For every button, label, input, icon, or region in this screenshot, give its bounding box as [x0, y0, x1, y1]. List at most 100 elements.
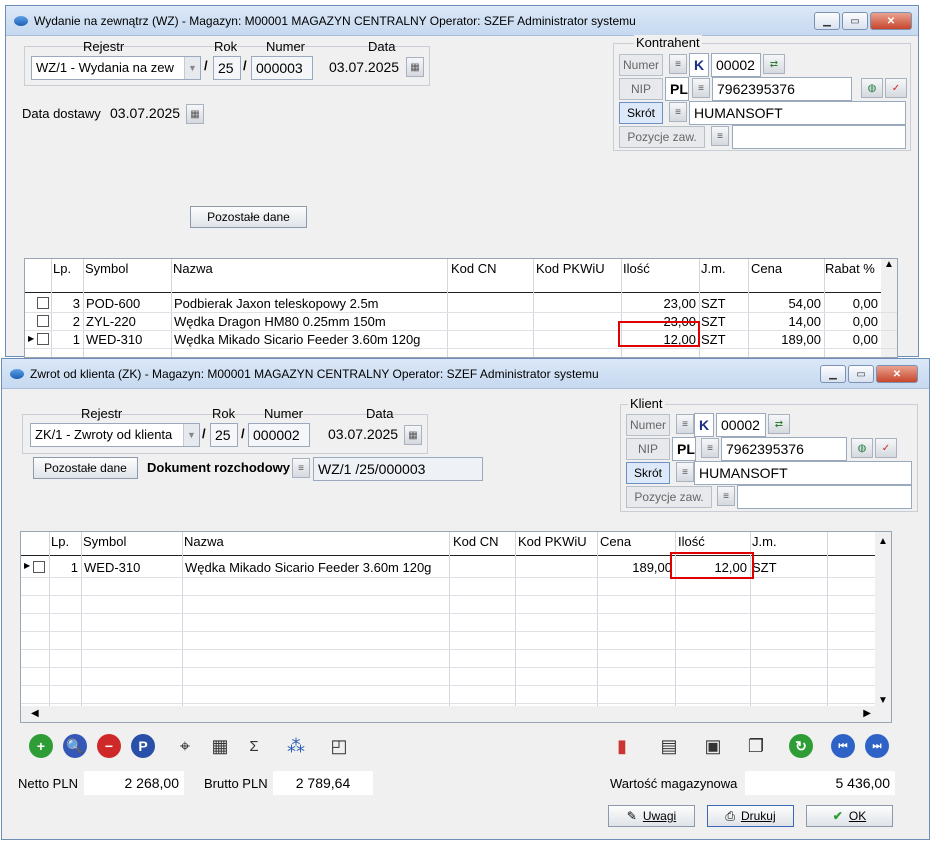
- column-header[interactable]: Cena: [600, 534, 631, 549]
- data-value[interactable]: 03.07.2025: [328, 426, 398, 442]
- rok-field[interactable]: 25: [213, 56, 241, 80]
- maximize-button[interactable]: ▭: [842, 12, 868, 30]
- column-header[interactable]: Lp.: [53, 261, 71, 276]
- last-record-icon[interactable]: ⏭: [865, 734, 889, 758]
- numer-field[interactable]: 000003: [251, 56, 313, 80]
- row-checkbox[interactable]: [33, 561, 45, 573]
- column-header[interactable]: J.m.: [701, 261, 726, 276]
- nip-button[interactable]: NIP: [626, 438, 670, 460]
- rok-field[interactable]: 25: [210, 423, 238, 447]
- scroll-right-icon[interactable]: ▶: [863, 708, 871, 719]
- data-value[interactable]: 03.07.2025: [329, 59, 399, 75]
- list-icon[interactable]: ≡: [692, 78, 710, 98]
- p-icon[interactable]: P: [131, 734, 155, 758]
- calendar-icon[interactable]: ▦: [186, 104, 204, 124]
- check-icon[interactable]: ✓: [885, 78, 907, 98]
- check-icon[interactable]: ✓: [875, 438, 897, 458]
- chevron-down-icon[interactable]: ▼: [183, 424, 199, 446]
- dokument-rozchodowy-field[interactable]: WZ/1 /25/000003: [313, 457, 483, 481]
- numer-button[interactable]: Numer: [619, 54, 663, 76]
- column-header[interactable]: Symbol: [85, 261, 128, 276]
- column-header[interactable]: Cena: [751, 261, 782, 276]
- column-header[interactable]: Nazwa: [173, 261, 213, 276]
- nip-button[interactable]: NIP: [619, 78, 663, 100]
- network-icon[interactable]: ⁂: [284, 734, 308, 758]
- row-checkbox[interactable]: [37, 297, 49, 309]
- calendar-icon[interactable]: ▦: [406, 57, 424, 77]
- document-icon[interactable]: ▤: [657, 734, 681, 758]
- chart-window-icon[interactable]: ◰: [327, 734, 351, 758]
- handshake-icon[interactable]: ⇄: [768, 414, 790, 434]
- maximize-button[interactable]: ▭: [848, 365, 874, 383]
- column-header[interactable]: Kod CN: [453, 534, 499, 549]
- wz-items-table[interactable]: Lp. Symbol Nazwa Kod CN Kod PKWiU Ilość …: [24, 258, 898, 358]
- row-checkbox[interactable]: [37, 315, 49, 327]
- column-header[interactable]: Ilość: [678, 534, 705, 549]
- table-row[interactable]: ▶ 1 WED-310 Wędka Mikado Sicario Feeder …: [21, 558, 891, 578]
- drukuj-button[interactable]: ⎙ Drukuj: [707, 805, 794, 827]
- row-checkbox[interactable]: [37, 333, 49, 345]
- column-header[interactable]: Symbol: [83, 534, 126, 549]
- column-header[interactable]: Nazwa: [184, 534, 224, 549]
- sum-icon[interactable]: Σ: [242, 734, 266, 758]
- list-icon[interactable]: ≡: [669, 102, 687, 122]
- pozostale-dane-button[interactable]: Pozostałe dane: [33, 457, 138, 479]
- skrot-field[interactable]: HUMANSOFT: [694, 461, 912, 485]
- table-row[interactable]: 3 POD-600 Podbierak Jaxon teleskopowy 2.…: [25, 295, 897, 313]
- column-header[interactable]: Kod PKWiU: [536, 261, 605, 276]
- pozycje-zaw-field[interactable]: [732, 125, 906, 149]
- list-icon[interactable]: ≡: [717, 486, 735, 506]
- list-icon[interactable]: ≡: [676, 462, 694, 482]
- kontrahent-numer-field[interactable]: 00002: [711, 53, 761, 77]
- numer-button[interactable]: Numer: [626, 414, 670, 436]
- ok-button[interactable]: ✔ OK: [806, 805, 893, 827]
- scroll-down-icon[interactable]: ▼: [875, 695, 891, 706]
- column-header[interactable]: Kod PKWiU: [518, 534, 587, 549]
- horizontal-scrollbar[interactable]: ◀ ▶: [21, 706, 891, 722]
- bar-chart-icon[interactable]: ▮: [610, 734, 634, 758]
- delete-icon[interactable]: −: [97, 734, 121, 758]
- klient-numer-field[interactable]: 00002: [716, 413, 766, 437]
- numer-field[interactable]: 000002: [248, 423, 310, 447]
- list-icon[interactable]: ≡: [711, 126, 729, 146]
- vertical-scrollbar[interactable]: ▲ ▼: [875, 532, 891, 708]
- skrot-field[interactable]: HUMANSOFT: [689, 101, 906, 125]
- table-row[interactable]: ▶ 1 WED-310 Wędka Mikado Sicario Feeder …: [25, 331, 897, 349]
- rejestr-select[interactable]: ZK/1 - Zwroty od klienta ▼: [30, 423, 200, 447]
- column-header[interactable]: Lp.: [51, 534, 69, 549]
- chevron-down-icon[interactable]: ▼: [184, 57, 200, 79]
- skrot-button[interactable]: Skrót: [619, 102, 663, 124]
- refresh-icon[interactable]: ↻: [789, 734, 813, 758]
- pozostale-dane-button[interactable]: Pozostałe dane: [190, 206, 307, 228]
- add-icon[interactable]: +: [29, 734, 53, 758]
- rejestr-select[interactable]: WZ/1 - Wydania na zew ▼: [31, 56, 201, 80]
- search-icon[interactable]: 🔍: [63, 734, 87, 758]
- list-icon[interactable]: ≡: [669, 54, 687, 74]
- uwagi-button[interactable]: ✎ Uwagi: [608, 805, 695, 827]
- minimize-button[interactable]: ▁: [814, 12, 840, 30]
- close-button[interactable]: ✕: [876, 365, 918, 383]
- minimize-button[interactable]: ▁: [820, 365, 846, 383]
- first-record-icon[interactable]: ⏮: [831, 734, 855, 758]
- close-button[interactable]: ✕: [870, 12, 912, 30]
- pozycje-zaw-button[interactable]: Pozycje zaw.: [619, 126, 705, 148]
- globe-icon[interactable]: ◍: [851, 438, 873, 458]
- list-icon[interactable]: ≡: [701, 438, 719, 458]
- nip-field[interactable]: 7962395376: [721, 437, 847, 461]
- table-icon[interactable]: ▦: [208, 734, 232, 758]
- skrot-button[interactable]: Skrót: [626, 462, 670, 484]
- list-icon[interactable]: ≡: [676, 414, 694, 434]
- zk-items-table[interactable]: Lp. Symbol Nazwa Kod CN Kod PKWiU Cena I…: [20, 531, 892, 723]
- table-row[interactable]: 2 ZYL-220 Wędka Dragon HM80 0.25mm 150m …: [25, 313, 897, 331]
- save-icon[interactable]: ▣: [701, 734, 725, 758]
- pozycje-zaw-button[interactable]: Pozycje zaw.: [626, 486, 712, 508]
- column-header[interactable]: Ilość: [623, 261, 650, 276]
- scroll-up-icon[interactable]: ▲: [875, 536, 891, 547]
- list-icon[interactable]: ≡: [292, 458, 310, 478]
- data-dostawy-value[interactable]: 03.07.2025: [110, 105, 180, 121]
- nip-field[interactable]: 7962395376: [712, 77, 852, 101]
- handshake-icon[interactable]: ⇄: [763, 54, 785, 74]
- column-header[interactable]: Rabat %: [825, 261, 875, 276]
- binoculars-icon[interactable]: ⌖: [173, 734, 197, 758]
- globe-icon[interactable]: ◍: [861, 78, 883, 98]
